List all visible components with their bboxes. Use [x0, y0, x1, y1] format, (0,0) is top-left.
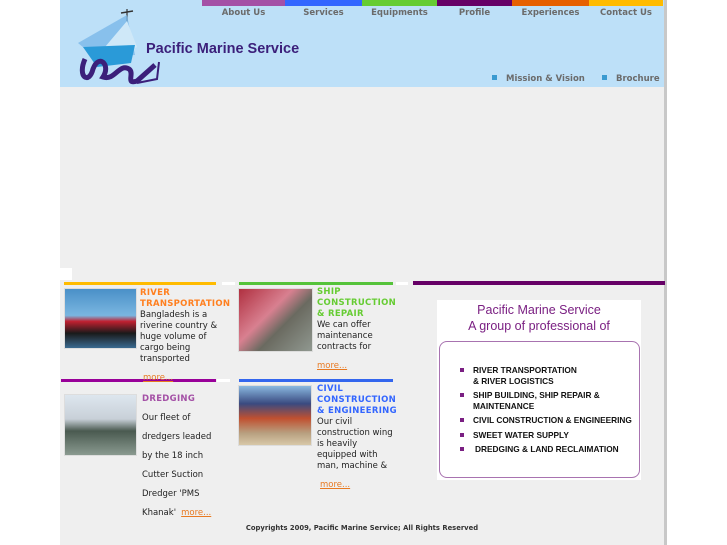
list-item: SHIP BUILDING, SHIP REPAIR & MAINTENANCE [460, 390, 600, 411]
list-item: SWEET WATER SUPPLY [460, 430, 650, 441]
link-label: Mission & Vision [506, 74, 585, 84]
bullet-icon [492, 75, 497, 80]
ship-bar [239, 282, 393, 285]
nav-color-bar [437, 0, 512, 6]
more-link[interactable]: more... [181, 508, 211, 518]
divider [222, 282, 235, 285]
panel-subheading: A group of professional of [468, 319, 610, 333]
card-civil: CIVIL CONSTRUCTION & ENGINEERING Our civ… [317, 384, 397, 491]
more-link[interactable]: more... [143, 373, 173, 383]
nav-mission-vision[interactable]: Mission & Vision [492, 74, 585, 84]
link-label: Brochure [616, 74, 660, 84]
river-ship-photo [64, 288, 137, 349]
nav-item-services[interactable]: Services [285, 8, 362, 18]
panel-bar [413, 281, 665, 285]
divider [396, 282, 408, 285]
nav-color-bar [202, 0, 285, 6]
card-river: RIVER TRANSPORTATION Bangladesh is a riv… [140, 288, 231, 384]
card-text: Our fleet of dredgers leaded by the 18 i… [142, 413, 212, 518]
nav-color-bar [512, 0, 589, 6]
nav-item-about-us[interactable]: About Us [202, 8, 285, 18]
nav-color-bar [589, 0, 663, 6]
footer-copyright: Copyrights 2009, Pacific Marine Service;… [245, 524, 479, 532]
nav-brochure[interactable]: Brochure [602, 74, 660, 84]
civil-bar [239, 379, 393, 382]
bullet-icon [602, 75, 607, 80]
nav-item-contact-us[interactable]: Contact Us [589, 8, 663, 18]
card-text: Bangladesh is a riverine country & huge … [140, 310, 218, 364]
services-list: RIVER TRANSPORTATION & RIVER LOGISTICS S… [460, 365, 650, 459]
nav-color-bar [285, 0, 362, 6]
nav-item-equipments[interactable]: Equipments [362, 8, 437, 18]
card-title: DREDGING [142, 394, 196, 404]
nav-item-experiences[interactable]: Experiences [512, 8, 589, 18]
dredger-photo [64, 394, 137, 456]
card-dredging: DREDGING Our fleet of dredgers leaded by… [142, 394, 220, 519]
more-link[interactable]: more... [320, 480, 350, 490]
panel-heading: Pacific Marine Service [477, 303, 601, 317]
white-marker [60, 268, 72, 280]
list-item: RIVER TRANSPORTATION & RIVER LOGISTICS [460, 365, 580, 386]
nav-item-profile[interactable]: Profile [437, 8, 512, 18]
list-item: CIVIL CONSTRUCTION & ENGINEERING [460, 415, 650, 426]
containers-photo [238, 385, 312, 446]
list-item: DREDGING & LAND RECLAIMATION [460, 444, 650, 455]
ship-propeller-photo [238, 288, 313, 352]
card-text: Our civil construction wing is heavily e… [317, 417, 393, 471]
nav-color-bar [362, 0, 437, 6]
card-ship: SHIP CONSTRUCTION & REPAIR We can offer … [317, 287, 397, 372]
card-title: RIVER TRANSPORTATION [140, 288, 231, 309]
more-link[interactable]: more... [317, 361, 347, 371]
card-title: SHIP CONSTRUCTION & REPAIR [317, 287, 397, 319]
card-title: CIVIL CONSTRUCTION & ENGINEERING [317, 384, 397, 416]
site-title: Pacific Marine Service [146, 41, 300, 57]
services-list-box: RIVER TRANSPORTATION & RIVER LOGISTICS S… [439, 341, 640, 478]
river-bar [64, 282, 216, 285]
card-text: We can offer maintenance contracts for [317, 320, 373, 352]
